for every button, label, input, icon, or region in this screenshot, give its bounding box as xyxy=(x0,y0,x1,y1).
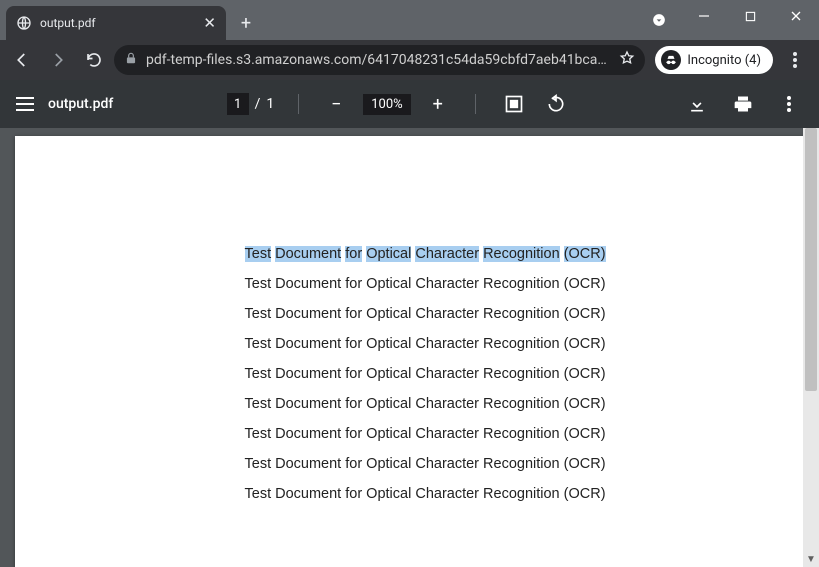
vertical-scrollbar[interactable]: ▲ ▼ xyxy=(803,128,819,567)
close-icon[interactable]: ✕ xyxy=(203,16,216,31)
url-text: pdf-temp-files.s3.amazonaws.com/64170482… xyxy=(146,52,611,68)
pdf-menu-button[interactable] xyxy=(775,90,803,118)
page-sep: / xyxy=(255,96,261,112)
browser-tab[interactable]: output.pdf ✕ xyxy=(6,6,226,40)
back-button[interactable] xyxy=(6,44,38,76)
browser-menu-button[interactable] xyxy=(777,44,813,76)
scroll-down-button[interactable]: ▼ xyxy=(803,551,819,567)
page-control: 1 / 1 xyxy=(227,93,275,115)
zoom-percent[interactable]: 100% xyxy=(363,94,410,115)
incognito-indicator[interactable]: Incognito (4) xyxy=(655,46,773,74)
lock-icon xyxy=(124,51,138,69)
window-controls xyxy=(681,0,819,32)
omnibox[interactable]: pdf-temp-files.s3.amazonaws.com/64170482… xyxy=(114,45,645,75)
rotate-button[interactable] xyxy=(542,90,570,118)
separator xyxy=(298,94,299,114)
pdf-text-line[interactable]: Test Document for Optical Character Reco… xyxy=(245,426,805,442)
fit-page-button[interactable] xyxy=(500,90,528,118)
caret-down-icon[interactable] xyxy=(649,10,669,30)
pdf-text-line[interactable]: Test Document for Optical Character Reco… xyxy=(245,396,805,412)
download-button[interactable] xyxy=(683,90,711,118)
pdf-toolbar: output.pdf 1 / 1 − 100% + xyxy=(0,80,819,128)
reload-button[interactable] xyxy=(78,44,110,76)
pdf-text-line[interactable]: Test Document for Optical Character Reco… xyxy=(245,246,805,262)
minimize-button[interactable] xyxy=(681,0,727,32)
close-window-button[interactable] xyxy=(773,0,819,32)
separator xyxy=(475,94,476,114)
address-bar: pdf-temp-files.s3.amazonaws.com/64170482… xyxy=(0,40,819,80)
tab-title: output.pdf xyxy=(40,16,195,30)
zoom-in-button[interactable]: + xyxy=(425,91,451,117)
pdf-page: Test Document for Optical Character Reco… xyxy=(15,136,805,567)
pdf-viewport[interactable]: Test Document for Optical Character Reco… xyxy=(0,128,819,567)
incognito-label: Incognito (4) xyxy=(687,53,761,68)
browser-titlebar: output.pdf ✕ + xyxy=(0,0,819,40)
pdf-text-line[interactable]: Test Document for Optical Character Reco… xyxy=(245,336,805,352)
bookmark-star-icon[interactable] xyxy=(619,50,635,70)
scrollbar-thumb[interactable] xyxy=(805,128,817,391)
print-button[interactable] xyxy=(729,90,757,118)
incognito-icon xyxy=(661,50,681,70)
menu-icon[interactable] xyxy=(16,97,34,111)
maximize-button[interactable] xyxy=(727,0,773,32)
pdf-text-line[interactable]: Test Document for Optical Character Reco… xyxy=(245,306,805,322)
pdf-filename: output.pdf xyxy=(48,96,113,112)
forward-button[interactable] xyxy=(42,44,74,76)
globe-icon xyxy=(16,15,32,31)
new-tab-button[interactable]: + xyxy=(232,9,260,37)
pdf-text-line[interactable]: Test Document for Optical Character Reco… xyxy=(245,276,805,292)
zoom-out-button[interactable]: − xyxy=(323,91,349,117)
page-number-input[interactable]: 1 xyxy=(227,93,249,115)
pdf-text-line[interactable]: Test Document for Optical Character Reco… xyxy=(245,366,805,382)
pdf-text-line[interactable]: Test Document for Optical Character Reco… xyxy=(245,486,805,502)
pdf-text-line[interactable]: Test Document for Optical Character Reco… xyxy=(245,456,805,472)
page-total: 1 xyxy=(266,96,274,112)
